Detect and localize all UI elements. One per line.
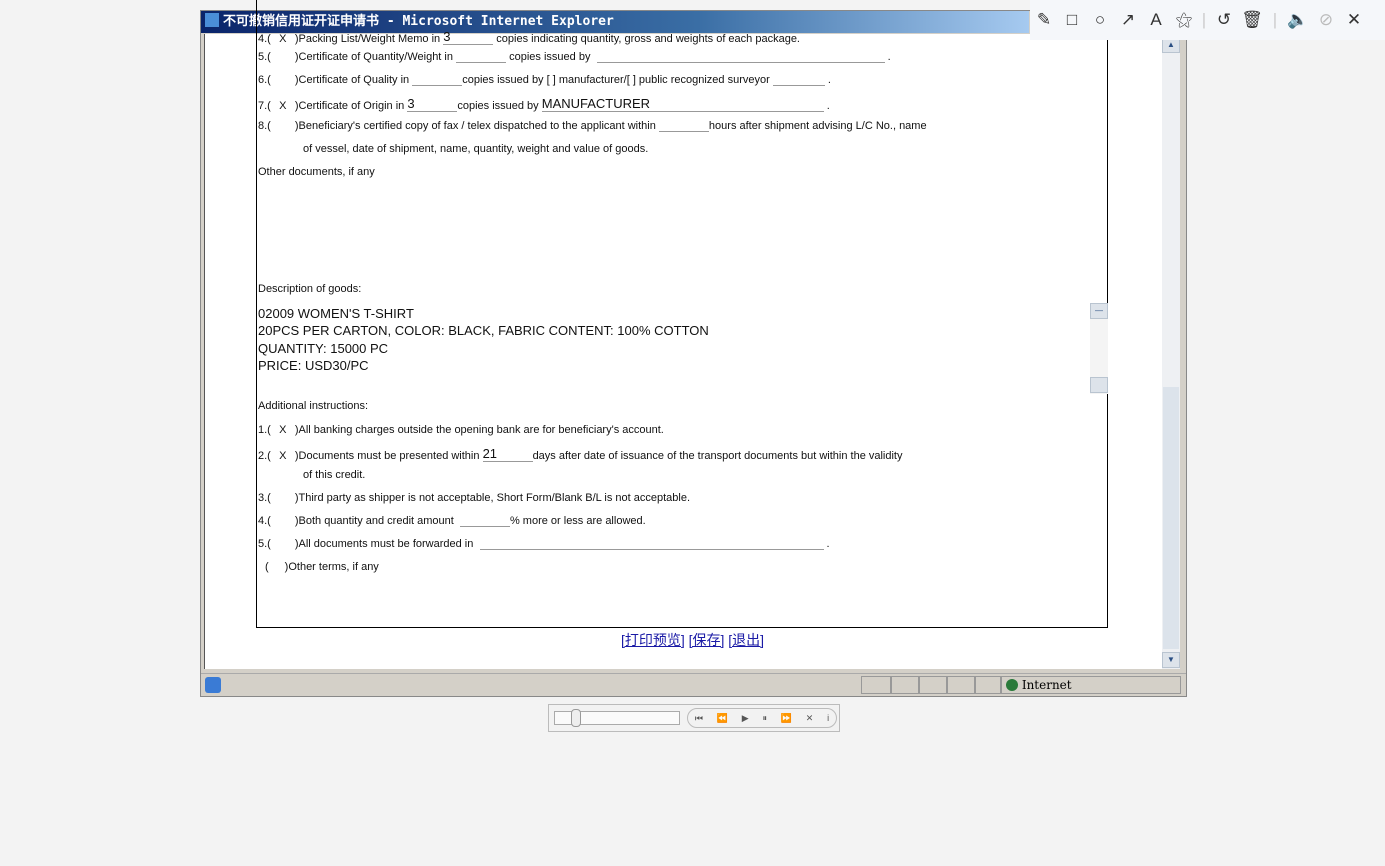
- issuer-field[interactable]: [596, 62, 885, 63]
- doc-row-5: 5.()Certificate of Quantity/Weight in co…: [258, 51, 891, 63]
- instr-row-1: 1.(X)All banking charges outside the ope…: [258, 424, 664, 436]
- close-icon[interactable]: ✕: [1340, 10, 1368, 30]
- text-icon[interactable]: A: [1142, 10, 1170, 30]
- scroll-thumb[interactable]: [1163, 387, 1179, 649]
- instr-row-3: 3.()Third party as shipper is not accept…: [258, 492, 691, 504]
- doc-row-7: 7.(X)Certificate of Origin in 3 copies is…: [258, 96, 830, 112]
- speaker-icon[interactable]: 🔈: [1284, 10, 1312, 30]
- days-field[interactable]: 21: [482, 446, 533, 462]
- issuer-field[interactable]: MANUFACTURER: [541, 96, 824, 112]
- mic-off-icon[interactable]: ⊘: [1312, 10, 1340, 30]
- surveyor-field[interactable]: [772, 85, 825, 86]
- page-scrollbar[interactable]: ▲ ▼: [1162, 37, 1180, 669]
- status-bar: Internet: [201, 673, 1186, 696]
- copies-field[interactable]: 3: [407, 96, 458, 112]
- arrow-icon[interactable]: ↗: [1114, 10, 1142, 30]
- doc-row-4: 4.(X)Packing List/Weight Memo in 3 copie…: [258, 29, 800, 45]
- undo-icon[interactable]: ↺: [1210, 10, 1238, 30]
- other-docs-label: Other documents, if any: [258, 166, 375, 178]
- instr-row-4: 4.()Both quantity and credit amount % mo…: [258, 515, 646, 527]
- doc-row-8-cont: of vessel, date of shipment, name, quant…: [303, 143, 649, 155]
- save-link[interactable]: [保存]: [689, 632, 725, 648]
- additional-label: Additional instructions:: [258, 400, 369, 412]
- info-icon[interactable]: i: [827, 713, 829, 723]
- zone-label: Internet: [1021, 678, 1072, 692]
- page-icon: [205, 677, 221, 693]
- rectangle-icon[interactable]: □: [1058, 10, 1086, 30]
- seek-slider[interactable]: [554, 709, 680, 727]
- instr-row-2-cont: of this credit.: [303, 469, 366, 481]
- doc-row-8: 8.()Beneficiary's certified copy of fax …: [258, 120, 927, 132]
- forward-field[interactable]: [479, 549, 824, 550]
- copies-field[interactable]: 3: [443, 29, 494, 45]
- circle-icon[interactable]: ○: [1086, 10, 1114, 30]
- first-icon[interactable]: ⏮: [695, 713, 703, 724]
- annotation-toolbar: ✎ □ ○ ↗ A ⚝ | ↺ 🗑 | 🔈 ⊘ ✕: [1030, 0, 1385, 40]
- ie-icon: [205, 13, 219, 27]
- exit-link[interactable]: [退出]: [728, 632, 764, 648]
- goods-textarea[interactable]: 02009 WOMEN'S T-SHIRT 20PCS PER CARTON, C…: [258, 305, 709, 374]
- instr-row-5: 5.()All documents must be forwarded in .: [258, 538, 830, 550]
- copies-field[interactable]: [456, 62, 507, 63]
- globe-icon: [1006, 679, 1018, 691]
- goods-scrollbar[interactable]: —: [1090, 303, 1108, 394]
- pencil-icon[interactable]: ✎: [1030, 10, 1058, 30]
- print-preview-link[interactable]: [打印预览]: [621, 632, 685, 648]
- forward-icon[interactable]: ⏩: [781, 713, 792, 724]
- percent-field[interactable]: [459, 526, 510, 527]
- stop-icon[interactable]: ✕: [806, 713, 814, 724]
- instr-row-2: 2.(X)Documents must be presented within …: [258, 446, 903, 462]
- copies-field[interactable]: [412, 85, 463, 86]
- scroll-down-icon[interactable]: ▼: [1162, 652, 1180, 668]
- play-icon[interactable]: ▶: [742, 713, 749, 724]
- trash-icon[interactable]: 🗑: [1238, 10, 1266, 30]
- pause-icon[interactable]: ⏸: [762, 713, 767, 724]
- doc-row-6: 6.()Certificate of Quality in copies iss…: [258, 74, 831, 86]
- instr-row-6: ()Other terms, if any: [265, 561, 379, 573]
- media-player: ⏮ ⏪ ▶ ⏸ ⏩ ✕ i: [548, 704, 840, 732]
- hours-field[interactable]: [658, 131, 709, 132]
- magic-wand-icon[interactable]: ⚝: [1170, 10, 1198, 30]
- goods-label: Description of goods:: [258, 283, 362, 295]
- rewind-icon[interactable]: ⏪: [717, 713, 728, 724]
